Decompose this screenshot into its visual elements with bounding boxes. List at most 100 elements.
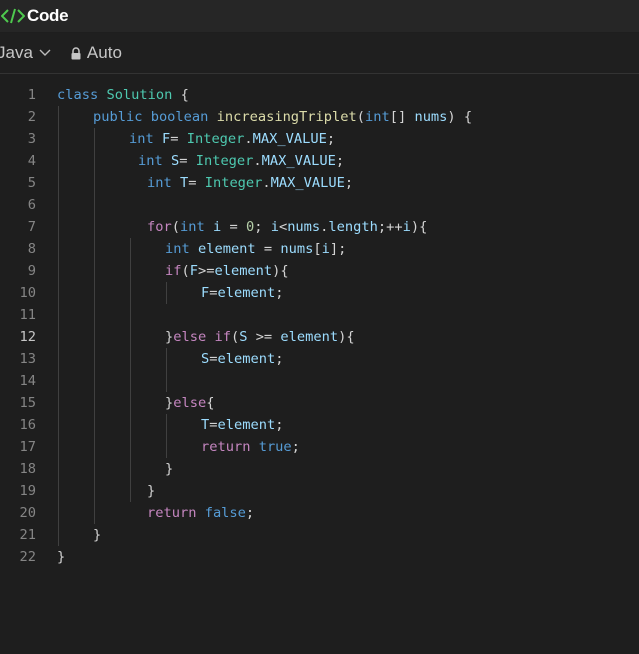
code-token: < — [278, 219, 288, 235]
language-selector[interactable]: Java — [0, 43, 33, 63]
code-text: return true; — [201, 436, 300, 458]
code-line[interactable]: 17 return true; — [0, 436, 639, 458]
code-line[interactable]: 21} — [0, 524, 639, 546]
auto-mode-label[interactable]: Auto — [87, 43, 122, 63]
code-token: nums — [287, 219, 321, 235]
line-number: 6 — [27, 197, 36, 213]
code-text: } — [57, 546, 65, 568]
code-token: ; — [344, 175, 354, 191]
code-text: int S= Integer.MAX_VALUE; — [138, 150, 344, 172]
code-token: nums — [414, 109, 448, 125]
line-number: 19 — [19, 483, 36, 499]
code-token: ; — [245, 505, 255, 521]
code-token: } — [165, 461, 174, 477]
code-line[interactable]: 1 class Solution { — [0, 84, 639, 106]
code-token: class — [57, 87, 99, 103]
code-token: ; — [326, 131, 336, 147]
line-number: 8 — [27, 241, 36, 257]
code-text: }else{ — [165, 392, 214, 414]
code-line[interactable]: 11 — [0, 304, 639, 326]
code-line[interactable]: 16 T=element; — [0, 414, 639, 436]
code-line[interactable]: 10 F=element; — [0, 282, 639, 304]
code-text: if(F>=element){ — [165, 260, 289, 282]
code-line[interactable]: 5 int T= Integer.MAX_VALUE; — [0, 172, 639, 194]
code-token: ( — [230, 329, 240, 345]
code-line[interactable]: 9 if(F>=element){ — [0, 260, 639, 282]
code-line[interactable]: 13 S=element; — [0, 348, 639, 370]
line-number: 7 — [27, 219, 36, 235]
code-token: i — [321, 241, 330, 257]
code-token: i — [402, 219, 411, 235]
code-line[interactable]: 7 for(int i = 0; i<nums.length;++i){ — [0, 216, 639, 238]
line-number: 10 — [19, 285, 36, 301]
code-line[interactable]: 19} — [0, 480, 639, 502]
code-token: . — [244, 131, 253, 147]
code-token: = — [209, 351, 218, 367]
code-token: F — [201, 285, 210, 301]
code-token: = — [170, 131, 187, 147]
code-text: F=element; — [201, 282, 283, 304]
code-token: . — [253, 153, 262, 169]
code-text: }else if(S >= element){ — [165, 326, 355, 348]
line-number: 18 — [19, 461, 36, 477]
code-token: else — [173, 329, 207, 345]
code-token: F — [161, 131, 171, 147]
code-token: 0 — [245, 219, 255, 235]
code-line[interactable]: 2 public boolean increasingTriplet(int[] … — [0, 106, 639, 128]
code-token: element — [197, 241, 256, 257]
panel-header: Code — [0, 0, 639, 32]
code-token: ; — [275, 285, 284, 301]
code-token: = — [188, 175, 205, 191]
code-token: [ — [313, 241, 322, 257]
code-token: if — [214, 329, 231, 345]
code-token: ){ — [338, 329, 355, 345]
code-token: true — [258, 439, 292, 455]
code-line[interactable]: 12 }else if(S >= element){ — [0, 326, 639, 348]
code-line[interactable]: 20 return false; — [0, 502, 639, 524]
code-token: } — [147, 483, 156, 499]
code-token: false — [204, 505, 246, 521]
code-token: for — [147, 219, 172, 235]
code-token: return — [201, 439, 251, 455]
code-text: } — [165, 458, 173, 480]
line-number: 3 — [27, 131, 36, 147]
code-token: element — [214, 263, 273, 279]
code-line[interactable]: 4 int S= Integer.MAX_VALUE; — [0, 150, 639, 172]
code-line[interactable]: 6 — [0, 194, 639, 216]
code-token: ]; — [329, 241, 347, 257]
code-line[interactable]: 15 }else{ — [0, 392, 639, 414]
code-token: else — [173, 395, 207, 411]
code-token: ; — [335, 153, 345, 169]
code-line[interactable]: 22} — [0, 546, 639, 568]
code-token: element — [280, 329, 339, 345]
code-text: T=element; — [201, 414, 283, 436]
code-line[interactable]: 8 int element = nums[i]; — [0, 238, 639, 260]
code-token: >= — [197, 263, 215, 279]
code-line[interactable]: 18} — [0, 458, 639, 480]
code-token: F — [189, 263, 198, 279]
code-token: ;++ — [377, 219, 403, 235]
code-token: i — [212, 219, 222, 235]
code-token: return — [147, 505, 197, 521]
code-token: ) { — [447, 109, 473, 125]
code-token: ){ — [410, 219, 428, 235]
code-line[interactable]: 3 int F= Integer.MAX_VALUE; — [0, 128, 639, 150]
chevron-down-icon[interactable] — [39, 49, 51, 57]
line-number: 12 — [19, 329, 36, 345]
code-token: T — [179, 175, 189, 191]
line-number: 16 — [19, 417, 36, 433]
line-number: 4 — [27, 153, 36, 169]
code-token: = — [209, 417, 218, 433]
lock-icon — [71, 46, 81, 60]
code-token: T — [201, 417, 210, 433]
line-number: 15 — [19, 395, 36, 411]
code-token: int — [165, 241, 190, 257]
code-line[interactable]: 14 — [0, 370, 639, 392]
line-number: 2 — [27, 109, 36, 125]
